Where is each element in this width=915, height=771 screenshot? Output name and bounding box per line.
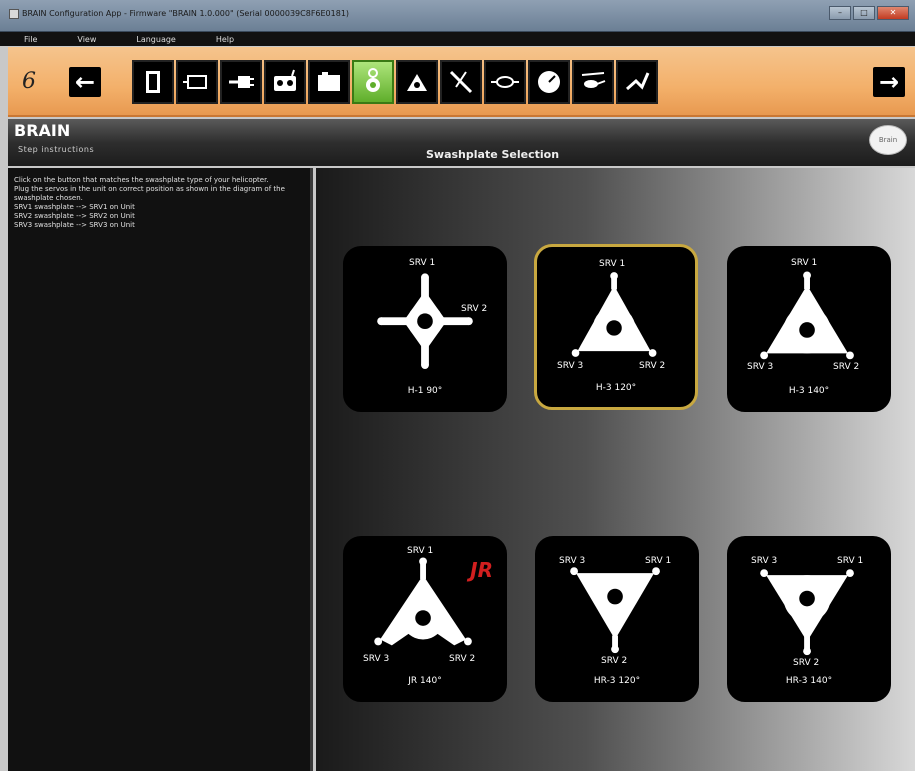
menu-file[interactable]: File [24,35,37,44]
swashplate-hr3-140-button[interactable]: SRV 3 SRV 1 SRV 2 HR-3 140° [727,536,891,702]
swashplate-jr-140-button[interactable]: SRV 1 SRV 3 SRV 2 JR JR 140° [343,536,507,702]
helicopter-icon [581,72,606,88]
menu-language[interactable]: Language [136,35,175,44]
swashplate-name: HR-3 120° [593,676,641,686]
swashplate-name: H-3 120° [595,383,637,393]
maximize-button[interactable]: □ [853,6,875,20]
jr-logo: JR [470,558,493,582]
step-transmitter-button[interactable] [264,60,306,104]
step-tail-button[interactable] [616,60,658,104]
instruction-line: SRV2 swashplate --> SRV2 on Unit [14,212,135,220]
instructions-panel: Click on the button that matches the swa… [8,168,313,771]
instruction-line: SRV3 swashplate --> SRV3 on Unit [14,221,135,229]
section-header: BRAIN Step instructions Swashplate Selec… [8,119,915,166]
brain-logo: Brain [869,125,907,155]
step-number: 6 [22,69,36,94]
swashplate-icon [366,68,380,92]
step-servo-arm-button[interactable] [440,60,482,104]
document-icon [146,71,160,93]
gauge-icon [538,71,560,93]
transmitter-icon [274,69,296,91]
step-document-button[interactable] [132,60,174,104]
servo-label: SRV 1 [837,556,864,566]
step-swash-tilt-button[interactable] [396,60,438,104]
swashplate-name: H-1 90° [407,386,443,396]
swashplate-selection-area: SRV 1 SRV 2 H-1 90° SRV 1 SRV 3 SRV 2 H-… [316,168,915,771]
step-swashplate-button[interactable] [352,60,394,104]
swash-tilt-icon [407,74,427,91]
swashplate-h3-140-button[interactable]: SRV 1 SRV 3 SRV 2 H-3 140° [727,246,891,412]
instruction-line: Plug the servos in the unit on correct p… [14,185,285,202]
servo-arm-icon [449,70,473,94]
step-gauge-button[interactable] [528,60,570,104]
tail-icon [626,72,650,91]
instruction-line: Click on the button that matches the swa… [14,176,269,184]
servo-label: SRV 2 [461,304,488,314]
step-receiver-button[interactable] [176,60,218,104]
step-helicopter-button[interactable] [572,60,614,104]
servo-label: SRV 2 [639,361,666,371]
app-icon [9,9,19,19]
servo-label: SRV 3 [557,361,584,371]
step-box-button[interactable] [308,60,350,104]
next-button[interactable]: → [873,67,905,97]
step-plug-button[interactable] [220,60,262,104]
servo-label: SRV 1 [645,556,672,566]
servo-label: SRV 1 [409,258,436,268]
servo-label: SRV 3 [363,654,390,664]
receiver-icon [183,75,207,89]
back-button[interactable]: ← [69,67,101,97]
servo-label: SRV 3 [751,556,778,566]
close-button[interactable]: ✕ [877,6,909,20]
swashplate-h1-90-button[interactable]: SRV 1 SRV 2 H-1 90° [343,246,507,412]
brand-title: BRAIN [14,121,71,140]
instructions-heading: Step instructions [18,145,95,154]
servo-label: SRV 3 [747,362,774,372]
servo-label: SRV 1 [791,258,818,268]
window-titlebar: BRAIN Configuration App - Firmware "BRAI… [0,0,915,32]
window-title: BRAIN Configuration App - Firmware "BRAI… [22,9,350,18]
page-title: Swashplate Selection [426,148,560,161]
servo-label: SRV 2 [833,362,860,372]
servo-label: SRV 2 [449,654,476,664]
link-icon [491,76,519,88]
swashplate-name: H-3 140° [788,386,830,396]
servo-label: SRV 3 [559,556,586,566]
box-icon [318,72,340,91]
servo-label: SRV 1 [599,259,626,269]
plug-icon [229,76,254,88]
menu-view[interactable]: View [77,35,96,44]
servo-label: SRV 2 [601,656,628,666]
wizard-toolbar: 6 ← → [8,47,915,117]
swashplate-name: JR 140° [408,676,442,686]
menu-bar: File View Language Help [0,32,915,46]
step-link-button[interactable] [484,60,526,104]
menu-help[interactable]: Help [216,35,234,44]
servo-label: SRV 2 [793,658,820,668]
window-controls: – □ ✕ [829,6,909,20]
servo-label: SRV 1 [407,546,434,556]
swashplate-h3-120-button[interactable]: SRV 1 SRV 3 SRV 2 H-3 120° [534,244,698,410]
step-buttons [132,60,658,104]
instruction-line: SRV1 swashplate --> SRV1 on Unit [14,203,135,211]
minimize-button[interactable]: – [829,6,851,20]
swashplate-name: HR-3 140° [785,676,833,686]
swashplate-hr3-120-button[interactable]: SRV 3 SRV 1 SRV 2 HR-3 120° [535,536,699,702]
